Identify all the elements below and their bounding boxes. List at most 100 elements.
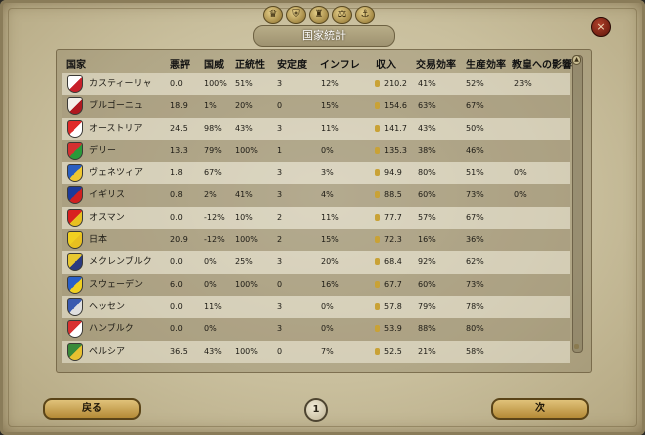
cell-value: 53.9: [384, 324, 402, 334]
table-row[interactable]: オスマン 0.0 -12% 10% 2 11% 77.7 57% 67%: [62, 206, 570, 230]
cell-infamy: 0.0: [170, 324, 183, 334]
table-row[interactable]: ヴェネツィア 1.8 67% 3 3% 94.9 80% 51% 0%: [62, 162, 570, 185]
cell-papal: 0%: [514, 168, 527, 178]
cell-stability: 3: [277, 190, 283, 200]
table-row[interactable]: ヘッセン 0.0 11% 3 0% 57.8 79% 78%: [62, 295, 570, 319]
crown-icon[interactable]: ♛: [263, 6, 283, 24]
merchant-icon[interactable]: ⚖: [332, 6, 352, 24]
gold-coin-icon: [375, 80, 380, 87]
gold-coin-icon: [375, 146, 380, 154]
cell-value: 77.7: [384, 212, 402, 222]
cell-name: オーストリア: [89, 123, 143, 134]
cell-name: イギリス: [89, 190, 126, 201]
col-trade[interactable]: 交易効率: [416, 56, 456, 71]
table-row[interactable]: スウェーデン 6.0 0% 100% 0 16% 67.7 60% 73%: [62, 273, 570, 296]
cell-name: ペルシア: [89, 346, 126, 357]
col-country[interactable]: 国家: [66, 56, 86, 71]
table-row[interactable]: イギリス 0.8 2% 41% 3 4% 88.5 60% 73% 0%: [62, 184, 570, 207]
col-prestige[interactable]: 国威: [204, 56, 224, 71]
cell-production: 46%: [466, 145, 484, 155]
cell-legitimacy: 25%: [235, 257, 253, 267]
col-inflation[interactable]: インフレ: [320, 56, 360, 71]
col-infamy[interactable]: 悪評: [170, 56, 190, 71]
gold-coin-icon: [375, 124, 380, 132]
cell-prestige: -12%: [204, 212, 225, 222]
cell-trade: 80%: [418, 168, 436, 178]
cell-production: 36%: [466, 235, 484, 245]
cell-trade: 38%: [418, 145, 436, 155]
cell-prestige: 79%: [204, 145, 222, 155]
cell-legitimacy: 100%: [235, 235, 258, 245]
cell-value: 154.6: [384, 101, 407, 111]
col-production[interactable]: 生産効率: [466, 56, 506, 71]
cell-value: 88.5: [384, 190, 402, 200]
cell-legitimacy: 51%: [235, 79, 253, 88]
cell-income: 57.8: [375, 296, 402, 318]
window-title: 国家統計: [253, 25, 395, 47]
cell-production: 67%: [466, 212, 484, 222]
gold-coin-icon: [375, 191, 380, 199]
table-row[interactable]: ブルゴーニュ 18.9 1% 20% 0 15% 154.6 63% 67%: [62, 95, 570, 118]
cell-stability: 3: [277, 123, 283, 133]
country-shield-icon: [67, 342, 83, 361]
cell-name: スウェーデン: [89, 279, 144, 290]
cell-inflation: 16%: [321, 279, 339, 289]
table-row[interactable]: オーストリア 24.5 98% 43% 3 11% 141.7 43% 50%: [62, 117, 570, 140]
table-row[interactable]: ハンブルク 0.0 0% 3 0% 53.9 88% 80%: [62, 318, 570, 341]
col-papal[interactable]: 教皇への影響: [512, 56, 572, 71]
cell-prestige: 11%: [204, 301, 222, 311]
cell-trade: 21%: [418, 346, 436, 356]
cell-trade: 57%: [418, 212, 436, 222]
cell-infamy: 0.0: [170, 212, 183, 222]
next-button[interactable]: 次: [491, 398, 589, 420]
scrollbar[interactable]: [572, 55, 583, 353]
cell-stability: 0: [277, 346, 283, 356]
cell-prestige: -12%: [204, 235, 225, 245]
cell-stability: 2: [277, 235, 283, 245]
gold-coin-icon: [375, 347, 380, 355]
back-button[interactable]: 戻る: [43, 398, 141, 420]
country-shield-icon: [67, 231, 83, 250]
cell-stability: 0: [277, 279, 283, 289]
cell-infamy: 0.0: [170, 301, 183, 311]
cell-prestige: 2%: [204, 190, 217, 200]
cell-trade: 88%: [418, 324, 436, 334]
cell-income: 154.6: [375, 95, 407, 117]
castle-icon[interactable]: ♜: [309, 6, 329, 24]
table-row[interactable]: 日本 20.9 -12% 100% 2 15% 72.3 16% 36%: [62, 229, 570, 252]
scroll-up-button[interactable]: ▲: [572, 55, 581, 65]
cell-income: 94.9: [375, 162, 402, 184]
cell-trade: 43%: [418, 123, 436, 133]
close-button[interactable]: ×: [591, 17, 611, 37]
col-legitimacy[interactable]: 正統性: [235, 56, 265, 71]
cell-production: 62%: [466, 257, 484, 267]
cell-trade: 92%: [418, 257, 436, 267]
country-shield-icon: [67, 320, 83, 339]
cell-prestige: 43%: [204, 346, 222, 356]
cell-trade: 79%: [418, 301, 436, 311]
country-shield-icon: [67, 164, 83, 183]
country-shield-icon: [67, 141, 83, 160]
cell-production: 50%: [466, 123, 484, 133]
cell-legitimacy: 20%: [235, 101, 253, 111]
col-stability[interactable]: 安定度: [277, 56, 307, 71]
cell-inflation: 12%: [321, 79, 339, 88]
table-row[interactable]: デリー 13.3 79% 100% 1 0% 135.3 38% 46%: [62, 139, 570, 163]
col-income[interactable]: 収入: [376, 56, 396, 71]
cell-value: 72.3: [384, 235, 402, 245]
cell-trade: 63%: [418, 101, 436, 111]
table-row[interactable]: メクレンブルク 0.0 0% 25% 3 20% 68.4 92% 62%: [62, 251, 570, 274]
cell-income: 52.5: [375, 341, 402, 363]
table-row[interactable]: カスティーリャ 0.0 100% 51% 3 12% 210.2 41% 52% 23%: [62, 73, 570, 96]
cell-infamy: 18.9: [170, 101, 188, 111]
table-row[interactable]: ペルシア 36.5 43% 100% 0 7% 52.5 21% 58%: [62, 340, 570, 363]
top-icon-bar: ♛ ⛨ ♜ ⚖ ⚓: [263, 6, 375, 24]
cell-infamy: 36.5: [170, 346, 188, 356]
cell-legitimacy: 100%: [235, 279, 258, 289]
scroll-thumb[interactable]: [574, 344, 579, 349]
gold-coin-icon: [375, 169, 380, 177]
country-shield-icon: [67, 186, 83, 205]
shield-icon[interactable]: ⛨: [286, 6, 306, 24]
ship-icon[interactable]: ⚓: [355, 6, 375, 24]
cell-prestige: 0%: [204, 324, 217, 334]
